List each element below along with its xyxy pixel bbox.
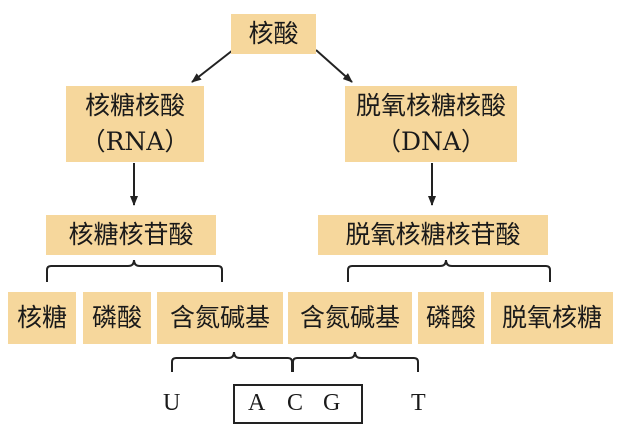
base-c: C	[287, 390, 304, 416]
node-dna-base: 含氮碱基	[288, 292, 412, 344]
node-deoxyribose-label: 脱氧核糖	[501, 302, 602, 332]
node-rna-name: 核糖核酸	[84, 90, 185, 120]
node-dna: 脱氧核糖核酸 （DNA）	[345, 86, 517, 162]
node-deoxyribonucleotide: 脱氧核糖核苷酸	[318, 215, 548, 255]
node-ribose: 核糖	[8, 292, 76, 344]
arrow-root-to-rna	[191, 49, 234, 83]
node-rna-base: 含氮碱基	[157, 292, 283, 344]
node-rna-base-label: 含氮碱基	[169, 302, 270, 332]
base-t: T	[411, 390, 426, 416]
node-rna-abbr: （RNA）	[80, 127, 190, 156]
node-nucleic-acid-label: 核酸	[248, 18, 299, 48]
connector-lines	[46, 49, 551, 372]
node-dna-phosphate-label: 磷酸	[425, 302, 476, 332]
bracket-rna-bases	[171, 351, 293, 372]
node-rna-phosphate: 磷酸	[83, 292, 151, 344]
node-dna-phosphate: 磷酸	[418, 292, 484, 344]
nucleic-acid-diagram: 核酸 核糖核酸 （RNA） 脱氧核糖核酸 （DNA） 核糖核苷酸 脱氧核糖核苷酸…	[0, 0, 620, 428]
node-rna-phosphate-label: 磷酸	[91, 302, 142, 332]
base-a: A	[248, 390, 266, 416]
node-dna-base-label: 含氮碱基	[299, 302, 400, 332]
bracket-dna-bases	[292, 351, 419, 372]
node-ribonucleotide-label: 核糖核苷酸	[68, 219, 194, 249]
node-dna-name: 脱氧核糖核酸	[355, 90, 506, 120]
base-u: U	[163, 390, 181, 416]
node-deoxyribonucleotide-label: 脱氧核糖核苷酸	[345, 219, 521, 249]
bracket-dna-components	[347, 259, 551, 282]
arrow-root-to-dna	[315, 49, 353, 83]
node-dna-abbr: （DNA）	[376, 127, 486, 156]
node-ribonucleotide: 核糖核苷酸	[46, 215, 216, 255]
node-nucleic-acid: 核酸	[231, 14, 316, 54]
node-rna: 核糖核酸 （RNA）	[66, 86, 204, 162]
base-g: G	[323, 390, 341, 416]
node-deoxyribose: 脱氧核糖	[491, 292, 613, 344]
node-ribose-label: 核糖	[16, 302, 67, 332]
bracket-rna-components	[46, 259, 223, 282]
